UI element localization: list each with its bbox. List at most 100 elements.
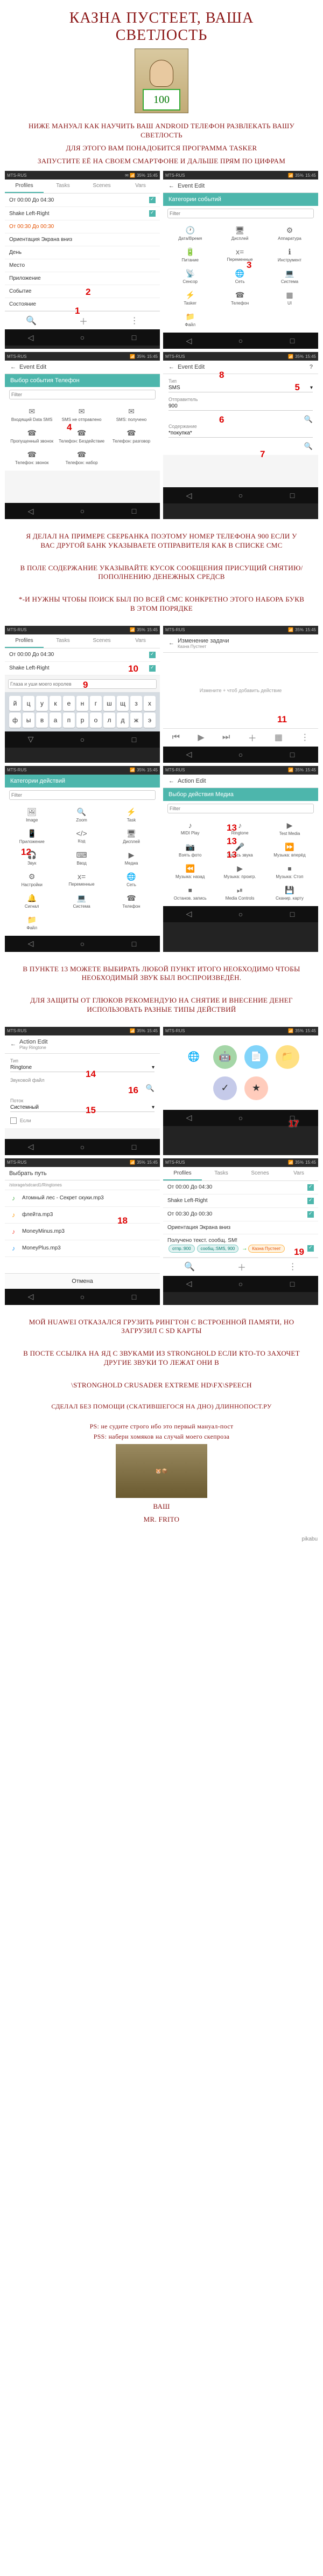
- profile-row[interactable]: Ориентация Экрана вниз: [163, 1221, 318, 1234]
- key[interactable]: ц: [23, 696, 34, 711]
- key[interactable]: ш: [103, 696, 115, 711]
- event-cell[interactable]: ☎Телефон: разговор: [107, 425, 156, 447]
- cat-cell[interactable]: 💻Система: [57, 890, 106, 912]
- recent-button[interactable]: □: [128, 1141, 140, 1153]
- back-button[interactable]: ◁: [183, 335, 195, 347]
- recent-button[interactable]: □: [286, 1278, 298, 1290]
- key[interactable]: й: [9, 696, 21, 711]
- menu-icon[interactable]: ⋮: [289, 1261, 297, 1272]
- add-action-icon[interactable]: ＋: [248, 731, 257, 744]
- search-icon[interactable]: 🔍: [26, 315, 37, 326]
- back-button[interactable]: ▽: [25, 734, 37, 745]
- menu-icon[interactable]: ⋮: [130, 315, 139, 326]
- file-row-target[interactable]: ♪MoneyMinus.mp3: [5, 1224, 160, 1240]
- key[interactable]: р: [76, 713, 88, 728]
- app-vk-icon[interactable]: ✓: [213, 1076, 237, 1100]
- context-state[interactable]: Состояние: [5, 298, 160, 311]
- action-cell[interactable]: 📷Взять фото: [165, 839, 215, 861]
- profile-row[interactable]: От 00:00 До 04:30: [163, 1181, 318, 1194]
- profile-row-active[interactable]: От 00:30 До 00:30: [5, 220, 160, 233]
- file-row[interactable]: ♪MoneyPlus.mp3: [5, 1240, 160, 1257]
- app-es-icon[interactable]: 📁: [276, 1045, 299, 1069]
- home-button[interactable]: ○: [235, 1112, 247, 1124]
- home-button[interactable]: ○: [235, 1278, 247, 1290]
- home-button[interactable]: ○: [76, 505, 88, 517]
- context-app[interactable]: Приложение: [5, 272, 160, 285]
- key[interactable]: д: [117, 713, 129, 728]
- cat-media[interactable]: ▶Медиа: [107, 847, 156, 869]
- cat-cell[interactable]: 🔔Сигнал: [7, 890, 57, 912]
- profile-row[interactable]: Shake Left-Right: [5, 207, 160, 220]
- back-button[interactable]: ◁: [25, 938, 37, 950]
- home-button[interactable]: ○: [235, 749, 247, 761]
- tab-vars[interactable]: Vars: [121, 634, 160, 648]
- tab-scenes[interactable]: Scenes: [82, 634, 121, 648]
- profile-row[interactable]: Shake Left-Right: [163, 1194, 318, 1208]
- tab-profiles[interactable]: Profiles: [5, 634, 44, 648]
- back-icon[interactable]: ←: [168, 778, 174, 784]
- recent-button[interactable]: □: [286, 489, 298, 501]
- context-loc[interactable]: Место: [5, 259, 160, 272]
- home-button[interactable]: ○: [76, 332, 88, 343]
- key[interactable]: х: [144, 696, 156, 711]
- action-cell[interactable]: ⏹Останов. запись: [165, 882, 215, 904]
- home-button[interactable]: ○: [76, 938, 88, 950]
- cat-cell[interactable]: ℹИнструмент: [265, 244, 314, 266]
- search-icon[interactable]: 🔍: [168, 415, 313, 424]
- back-button[interactable]: ◁: [183, 1112, 195, 1124]
- tab-tasks[interactable]: Tasks: [44, 179, 82, 193]
- toggle[interactable]: [149, 665, 156, 672]
- home-button[interactable]: ○: [76, 734, 88, 745]
- search-icon[interactable]: 🔍: [168, 442, 313, 451]
- back-icon[interactable]: ←: [168, 640, 174, 646]
- recent-button[interactable]: □: [286, 335, 298, 347]
- profile-row[interactable]: От 00:00 До 04:30: [5, 194, 160, 207]
- cat-cell[interactable]: 📁Файл: [165, 309, 215, 330]
- key[interactable]: п: [63, 713, 75, 728]
- action-cell[interactable]: ♪MIDI Play: [165, 818, 215, 839]
- tab-scenes[interactable]: Scenes: [241, 1167, 279, 1180]
- cat-cell[interactable]: x=Переменные: [215, 244, 264, 266]
- event-cell[interactable]: ☎Телефон: звонок: [7, 447, 57, 468]
- home-button[interactable]: ○: [235, 908, 247, 920]
- field-type[interactable]: SMS ▾: [168, 384, 313, 392]
- cat-cell[interactable]: x=Переменные: [57, 869, 106, 890]
- back-button[interactable]: ◁: [25, 505, 37, 517]
- action-ringtone[interactable]: ♪Ringtone: [215, 818, 264, 839]
- action-cell[interactable]: ⏪Музыка: назад: [165, 861, 215, 882]
- cat-cell[interactable]: 🔍Zoom: [57, 804, 106, 826]
- context-day[interactable]: День: [5, 246, 160, 259]
- key[interactable]: о: [90, 713, 102, 728]
- cat-cell[interactable]: 🕐Дата/Время: [165, 223, 215, 244]
- tab-vars[interactable]: Vars: [121, 179, 160, 193]
- recent-button[interactable]: □: [128, 938, 140, 950]
- action-cell[interactable]: ▶Музыка: проигр.: [215, 861, 264, 882]
- key[interactable]: в: [36, 713, 48, 728]
- filter-input[interactable]: [167, 209, 314, 218]
- toggle[interactable]: [149, 652, 156, 658]
- file-row[interactable]: ♪Атомный лес - Секрет скуки.mp3: [5, 1190, 160, 1207]
- event-cell[interactable]: ☎Телефон: Бездействие: [57, 425, 106, 447]
- cat-cell[interactable]: 📁Файл: [7, 912, 57, 934]
- app-android-icon[interactable]: 🤖: [213, 1045, 237, 1069]
- action-cell[interactable]: 💾Сканир. карту: [265, 882, 314, 904]
- context-menu-item[interactable]: Ориентация Экрана вниз: [5, 233, 160, 246]
- key[interactable]: л: [103, 713, 115, 728]
- search-icon[interactable]: 🔍: [184, 1261, 195, 1272]
- cat-cell[interactable]: ⚡Tasker: [165, 287, 215, 309]
- action-cell[interactable]: 🎤Запись звука: [215, 839, 264, 861]
- cat-cell[interactable]: ▦UI: [265, 287, 314, 309]
- home-button[interactable]: ○: [235, 335, 247, 347]
- field-sender[interactable]: 900: [168, 402, 313, 411]
- tab-vars[interactable]: Vars: [279, 1167, 318, 1180]
- cat-cell[interactable]: ☎Телефон: [107, 890, 156, 912]
- tab-scenes[interactable]: Scenes: [82, 179, 121, 193]
- recent-button[interactable]: □: [286, 908, 298, 920]
- back-icon[interactable]: ←: [168, 364, 174, 370]
- key[interactable]: а: [50, 713, 61, 728]
- action-cell[interactable]: ▶Test Media: [265, 818, 314, 839]
- key[interactable]: з: [130, 696, 142, 711]
- event-cell[interactable]: ☎Пропущенный звонок: [7, 425, 57, 447]
- key[interactable]: е: [63, 696, 75, 711]
- back-icon[interactable]: ←: [168, 183, 174, 189]
